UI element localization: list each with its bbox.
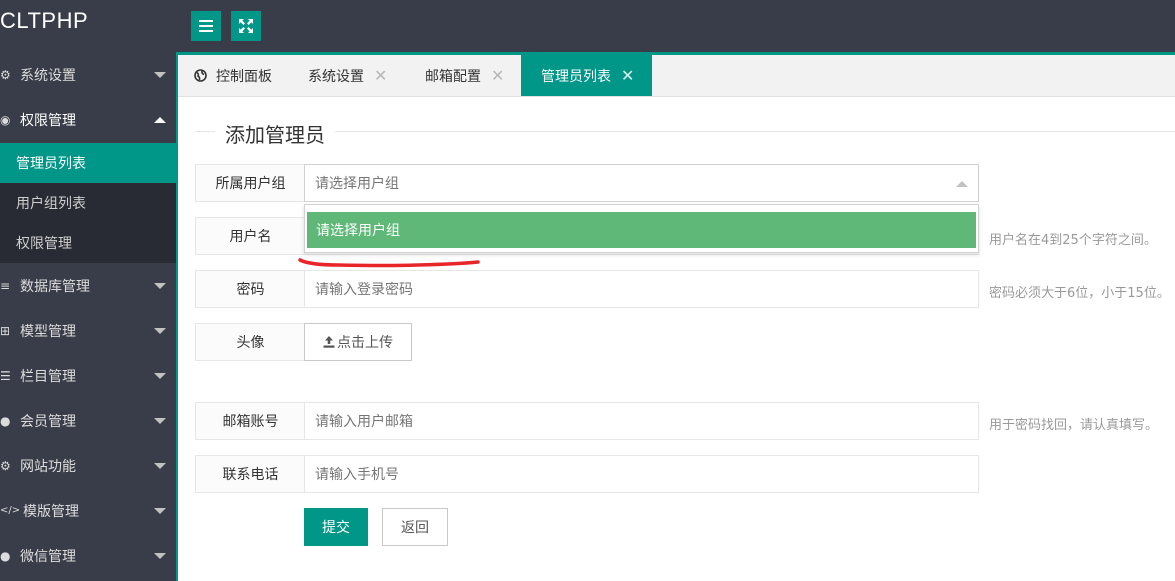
sidebar-item-label: 微信管理: [20, 548, 76, 565]
submit-button[interactable]: 提交: [304, 508, 368, 546]
red-annotation-underline: [298, 258, 480, 268]
gear-key-icon: ⚙: [0, 67, 11, 82]
sidebar-item-permissions[interactable]: ◉ 权限管理: [0, 97, 176, 142]
caret-down-icon: [154, 282, 166, 289]
sidebar-subitem-group-list[interactable]: 用户组列表: [0, 183, 176, 223]
close-icon[interactable]: ✕: [621, 66, 634, 85]
permissions-submenu: 管理员列表 用户组列表 权限管理: [0, 143, 176, 263]
password-label: 密码: [195, 270, 305, 308]
tab-label: 管理员列表: [541, 68, 611, 85]
phone-input[interactable]: 请输入手机号: [304, 455, 979, 493]
upload-icon: [323, 336, 335, 348]
sidebar-item-site-functions[interactable]: ⚙ 网站功能: [0, 443, 176, 488]
sidebar-item-label: 模型管理: [20, 323, 76, 340]
sidebar-item-database[interactable]: ≡ 数据库管理: [0, 263, 176, 308]
code-icon: </>: [0, 505, 21, 516]
username-label: 用户名: [195, 217, 305, 255]
caret-down-icon: [154, 71, 166, 78]
sidebar-item-label: 栏目管理: [20, 368, 76, 385]
sidebar-subitem-label: 管理员列表: [16, 156, 86, 172]
avatar-label: 头像: [195, 323, 305, 361]
menu-toggle-button[interactable]: [191, 11, 221, 41]
email-hint: 用于密码找回，请认真填写。: [989, 418, 1159, 433]
form-title: 添加管理员: [215, 119, 335, 148]
fullscreen-button[interactable]: [231, 11, 261, 41]
sidebar-item-members[interactable]: ● 会员管理: [0, 398, 176, 443]
fullscreen-icon: [239, 19, 253, 33]
sidebar-item-label: 权限管理: [20, 112, 76, 129]
tab-label: 邮箱配置: [425, 68, 481, 85]
dropdown-option[interactable]: 请选择用户组: [307, 212, 976, 248]
tab-label: 系统设置: [308, 68, 364, 85]
sidebar-subitem-label: 权限管理: [16, 236, 72, 252]
group-select[interactable]: 请选择用户组: [304, 164, 979, 202]
fieldset-divider: [195, 131, 1175, 132]
caret-down-icon: [154, 417, 166, 424]
sidebar-item-columns[interactable]: ☰ 栏目管理: [0, 353, 176, 398]
caret-up-icon: [154, 116, 166, 123]
tab-label: 控制面板: [216, 68, 272, 85]
sidebar-item-label: 网站功能: [20, 458, 76, 475]
email-label: 邮箱账号: [195, 402, 305, 440]
caret-down-icon: [154, 507, 166, 514]
caret-down-icon: [154, 552, 166, 559]
top-header: CLTPHP: [0, 0, 1175, 52]
password-input[interactable]: 请输入登录密码: [304, 270, 979, 308]
close-icon[interactable]: ✕: [491, 66, 504, 85]
sidebar: ⚙ 系统设置 ◉ 权限管理 管理员列表 用户组列表 权限管理 ≡ 数据库管理 ⊞…: [0, 52, 176, 581]
group-dropdown: 请选择用户组: [304, 204, 979, 253]
tab-dashboard[interactable]: 控制面板: [194, 55, 272, 96]
sidebar-item-wechat[interactable]: ● 微信管理: [0, 533, 176, 578]
globe-icon: ◉: [0, 112, 11, 127]
caret-down-icon: [154, 327, 166, 334]
sidebar-item-label: 系统设置: [20, 67, 76, 84]
tab-admin-list[interactable]: 管理员列表 ✕: [521, 55, 652, 96]
grid-icon: ⊞: [0, 323, 11, 338]
caret-down-icon: [154, 372, 166, 379]
sidebar-subitem-label: 用户组列表: [16, 196, 86, 212]
upload-button-label: 点击上传: [337, 335, 393, 351]
tab-system-settings[interactable]: 系统设置 ✕: [308, 55, 387, 96]
caret-down-icon: [154, 462, 166, 469]
database-icon: ≡: [0, 278, 11, 293]
sidebar-item-system-settings[interactable]: ⚙ 系统设置: [0, 52, 176, 97]
list-icon: ☰: [0, 368, 11, 383]
app-logo: CLTPHP: [0, 8, 89, 33]
phone-placeholder: 请输入手机号: [315, 467, 399, 483]
username-hint: 用户名在4到25个字符之间。: [989, 233, 1157, 248]
globe-icon: [194, 69, 207, 82]
sidebar-subitem-admin-list[interactable]: 管理员列表: [0, 143, 176, 183]
main-content: 控制面板 系统设置 ✕ 邮箱配置 ✕ 管理员列表 ✕ 添加管理员 所属用户组 请…: [176, 52, 1175, 581]
password-hint: 密码必须大于6位，小于15位。: [989, 286, 1170, 301]
phone-label: 联系电话: [195, 455, 305, 493]
back-button[interactable]: 返回: [382, 508, 448, 546]
group-select-value: 请选择用户组: [315, 176, 399, 192]
sidebar-item-templates[interactable]: </> 模版管理: [0, 488, 176, 533]
tab-email-config[interactable]: 邮箱配置 ✕: [425, 55, 504, 96]
email-placeholder: 请输入用户邮箱: [315, 414, 413, 430]
caret-up-icon: [956, 181, 968, 187]
sidebar-subitem-permission-manage[interactable]: 权限管理: [0, 223, 176, 263]
sidebar-item-label: 会员管理: [20, 413, 76, 430]
group-label: 所属用户组: [195, 164, 305, 202]
sidebar-item-label: 数据库管理: [20, 278, 90, 295]
upload-button[interactable]: 点击上传: [304, 323, 412, 361]
hamburger-icon: [199, 20, 213, 32]
sidebar-item-models[interactable]: ⊞ 模型管理: [0, 308, 176, 353]
sidebar-item-label: 模版管理: [23, 503, 79, 520]
chat-icon: ●: [0, 548, 11, 563]
tab-bar: 控制面板 系统设置 ✕ 邮箱配置 ✕ 管理员列表 ✕: [178, 55, 1175, 97]
close-icon[interactable]: ✕: [374, 66, 387, 85]
gear-icon: ⚙: [0, 458, 11, 473]
email-input[interactable]: 请输入用户邮箱: [304, 402, 979, 440]
user-icon: ●: [0, 413, 11, 428]
password-placeholder: 请输入登录密码: [315, 282, 413, 298]
